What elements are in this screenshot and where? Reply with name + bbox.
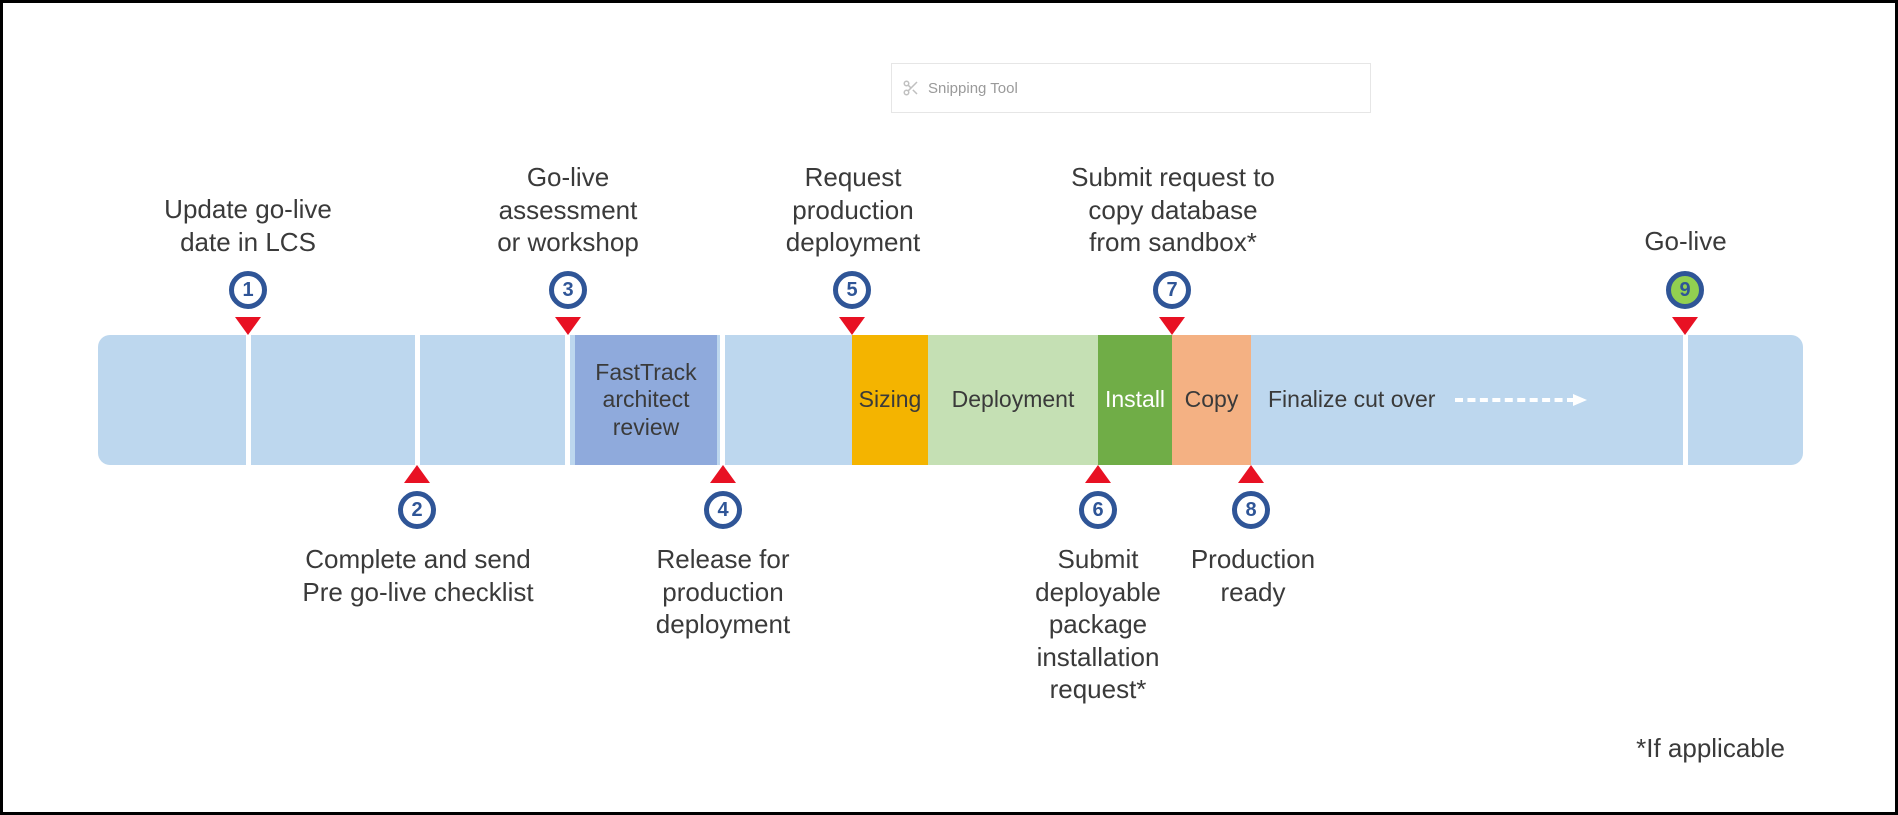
segment-label: Sizing [859,386,922,414]
step-label-2: Complete and send Pre go-live checklist [283,543,553,608]
step-label-9: Go-live [1613,225,1758,258]
marker-triangle-icon [235,317,261,335]
marker-triangle-icon [839,317,865,335]
step-number: 9 [1679,279,1690,302]
snipping-tool-watermark: Snipping Tool [891,63,1371,113]
step-label-1: Update go-live date in LCS [133,193,363,258]
step-label-3: Go-live assessment or workshop [478,161,658,259]
step-number: 2 [411,499,422,522]
step-number: 5 [846,279,857,302]
segment-label: FastTrack architect review [575,359,717,442]
step-label-8: Production ready [1173,543,1333,608]
segment-label: Finalize cut over [1268,386,1435,414]
step-marker-7: 7 [1153,271,1191,309]
marker-triangle-icon [1085,465,1111,483]
step-number: 7 [1166,279,1177,302]
segment-deployment: Deployment [928,335,1098,465]
segment-fasttrack-review: FastTrack architect review [575,335,717,465]
step-number: 3 [562,279,573,302]
diagram-frame: Snipping Tool FastTrack architect review… [0,0,1898,815]
segment-install: Install [1098,335,1172,465]
marker-triangle-icon [710,465,736,483]
step-marker-5: 5 [833,271,871,309]
step-marker-3: 3 [549,271,587,309]
marker-triangle-icon [555,317,581,335]
segment-copy: Copy [1172,335,1251,465]
step-marker-8: 8 [1232,491,1270,529]
step-number: 4 [717,499,728,522]
bar-separator [720,335,725,465]
segment-label: Deployment [952,386,1075,414]
step-marker-4: 4 [704,491,742,529]
bar-separator [1683,335,1688,465]
step-label-4: Release for production deployment [628,543,818,641]
segment-finalize-cutover: Finalize cut over [1268,335,1608,465]
step-number: 8 [1245,499,1256,522]
footnote: *If applicable [1636,733,1785,764]
step-number: 1 [242,279,253,302]
bar-separator [415,335,420,465]
timeline-bar: FastTrack architect review Sizing Deploy… [98,335,1803,465]
segment-label: Copy [1185,386,1239,414]
bar-separator [246,335,251,465]
step-number: 6 [1092,499,1103,522]
dashed-arrow-icon [1455,398,1575,402]
marker-triangle-icon [1159,317,1185,335]
step-marker-1: 1 [229,271,267,309]
marker-triangle-icon [1238,465,1264,483]
step-label-5: Request production deployment [753,161,953,259]
step-label-6: Submit deployable package installation r… [1008,543,1188,706]
step-label-7: Submit request to copy database from san… [1043,161,1303,259]
step-marker-6: 6 [1079,491,1117,529]
watermark-label: Snipping Tool [928,80,1018,97]
step-marker-9: 9 [1666,271,1704,309]
marker-triangle-icon [404,465,430,483]
bar-separator [565,335,570,465]
scissors-icon [902,79,920,97]
segment-label: Install [1105,386,1165,414]
marker-triangle-icon [1672,317,1698,335]
segment-sizing: Sizing [852,335,928,465]
step-marker-2: 2 [398,491,436,529]
